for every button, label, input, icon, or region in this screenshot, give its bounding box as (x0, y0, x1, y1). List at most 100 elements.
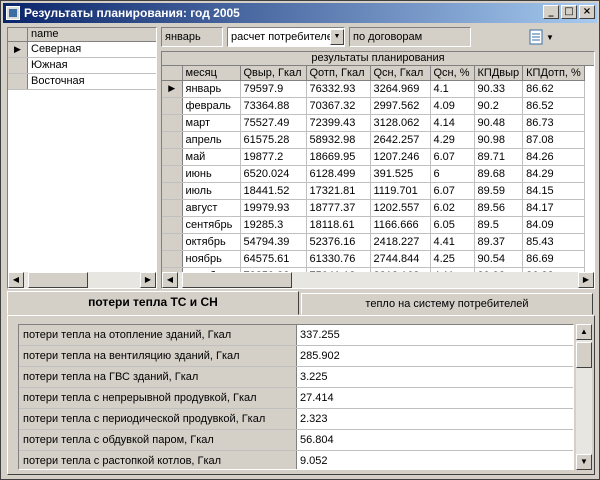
table-cell[interactable]: 18777.37 (306, 199, 371, 217)
table-cell[interactable]: 85.43 (522, 233, 585, 251)
table-cell[interactable]: 2418.227 (370, 233, 431, 251)
scroll-down-icon[interactable]: ▼ (576, 454, 592, 470)
table-cell[interactable]: 84.26 (522, 148, 585, 166)
table-cell[interactable]: 4.41 (430, 233, 475, 251)
table-cell[interactable]: 6.07 (430, 148, 475, 166)
table-row[interactable]: август 19979.93 18777.37 1202.557 6.02 89.56 8… (162, 199, 585, 217)
table-cell[interactable]: 58932.98 (306, 131, 371, 149)
table-cell[interactable]: 4.14 (430, 114, 475, 132)
loss-value[interactable]: 285.902 (297, 346, 573, 366)
table-cell[interactable]: 89.59 (474, 182, 524, 200)
chevron-down-icon[interactable]: ▼ (330, 29, 344, 45)
table-cell[interactable]: 86.73 (522, 114, 585, 132)
minimize-button[interactable]: _ (543, 5, 559, 19)
table-cell[interactable]: август (182, 199, 241, 217)
table-cell[interactable]: 89.71 (474, 148, 524, 166)
table-cell[interactable]: 2997.562 (370, 97, 431, 115)
scroll-thumb[interactable] (576, 342, 592, 368)
table-cell[interactable]: 1207.246 (370, 148, 431, 166)
table-cell[interactable]: 86.52 (522, 97, 585, 115)
table-cell[interactable]: 89.56 (474, 199, 524, 217)
table-cell[interactable]: июнь (182, 165, 241, 183)
table-cell[interactable]: 75527.49 (240, 114, 307, 132)
table-cell[interactable]: 90.98 (474, 131, 524, 149)
scroll-left-icon[interactable]: ◀ (162, 272, 178, 288)
maximize-button[interactable]: □ (561, 5, 577, 19)
table-cell[interactable]: 19285.3 (240, 216, 307, 234)
table-cell[interactable]: 6128.499 (306, 165, 371, 183)
loss-value[interactable]: 9.052 (297, 451, 573, 469)
table-cell[interactable]: 2744.844 (370, 250, 431, 268)
table-cell[interactable]: 64575.61 (240, 250, 307, 268)
table-cell[interactable]: 4.1 (430, 80, 475, 98)
table-cell[interactable]: 76332.93 (306, 80, 371, 98)
table-cell[interactable]: февраль (182, 97, 241, 115)
table-cell[interactable]: ноябрь (182, 250, 241, 268)
scroll-left-icon[interactable]: ◀ (8, 272, 24, 288)
loss-value[interactable]: 337.255 (297, 325, 573, 345)
table-cell[interactable]: 391.525 (370, 165, 431, 183)
table-cell[interactable]: 89.37 (474, 233, 524, 251)
table-cell[interactable]: 61330.76 (306, 250, 371, 268)
basis-field[interactable]: по договорам (349, 27, 471, 47)
table-cell[interactable]: 84.29 (522, 165, 585, 183)
table-cell[interactable]: 4.29 (430, 131, 475, 149)
table-cell[interactable]: 61575.28 (240, 131, 307, 149)
table-row[interactable]: октябрь 54794.39 52376.16 2418.227 4.41 89.37… (162, 233, 585, 251)
tab-heat-losses[interactable]: потери тепла ТС и СН (7, 291, 299, 315)
column-header[interactable]: Qсн, % (430, 66, 475, 81)
table-cell[interactable]: 1166.666 (370, 216, 431, 234)
table-cell[interactable]: 19877.2 (240, 148, 307, 166)
table-cell[interactable]: 90.54 (474, 250, 524, 268)
calc-mode-select[interactable]: расчет потребителей ▼ (227, 27, 345, 47)
losses-vscrollbar[interactable]: ▲ ▼ (576, 324, 592, 470)
column-header[interactable]: Qвыр, Гкал (240, 66, 307, 81)
table-cell[interactable]: январь (182, 80, 241, 98)
table-cell[interactable]: 89.68 (474, 165, 524, 183)
table-cell[interactable]: 72399.43 (306, 114, 371, 132)
table-cell[interactable]: 90.48 (474, 114, 524, 132)
table-cell[interactable]: 6.05 (430, 216, 475, 234)
table-row[interactable]: март 75527.49 72399.43 3128.062 4.14 90.48 86.… (162, 114, 585, 132)
table-row[interactable]: апрель 61575.28 58932.98 2642.257 4.29 90.98 8… (162, 131, 585, 149)
table-cell[interactable]: 90.33 (474, 80, 524, 98)
table-cell[interactable]: 6.07 (430, 182, 475, 200)
regions-hscrollbar[interactable]: ◀ ▶ (8, 272, 156, 288)
table-cell[interactable]: 17321.81 (306, 182, 371, 200)
table-cell[interactable]: 86.62 (522, 80, 585, 98)
table-cell[interactable]: сентябрь (182, 216, 241, 234)
table-cell[interactable]: 6520.024 (240, 165, 307, 183)
region-row[interactable]: Восточная (8, 74, 156, 90)
table-cell[interactable]: 73364.88 (240, 97, 307, 115)
scroll-right-icon[interactable]: ▶ (140, 272, 156, 288)
table-cell[interactable]: 4.25 (430, 250, 475, 268)
table-cell[interactable]: 19979.93 (240, 199, 307, 217)
list-menu-button[interactable]: ▼ (529, 27, 554, 47)
table-row[interactable]: ▶ январь 79597.9 76332.93 3264.969 4.1 90.33 86… (162, 80, 585, 98)
table-cell[interactable]: 1202.557 (370, 199, 431, 217)
table-cell[interactable]: март (182, 114, 241, 132)
scroll-up-icon[interactable]: ▲ (576, 324, 592, 340)
table-cell[interactable]: 54794.39 (240, 233, 307, 251)
tab-consumer-heat[interactable]: тепло на систему потребителей (301, 293, 593, 315)
region-row[interactable]: ▶ Северная (8, 42, 156, 58)
table-cell[interactable]: 4.09 (430, 97, 475, 115)
loss-value[interactable]: 3.225 (297, 367, 573, 387)
scroll-thumb[interactable] (28, 272, 88, 288)
loss-value[interactable]: 2.323 (297, 409, 573, 429)
results-hscrollbar[interactable]: ◀ ▶ (162, 272, 594, 288)
column-header[interactable]: Qотп, Гкал (306, 66, 371, 81)
column-header[interactable]: Qсн, Гкал (370, 66, 431, 81)
table-cell[interactable]: 79597.9 (240, 80, 307, 98)
table-cell[interactable]: июль (182, 182, 241, 200)
table-cell[interactable]: 3264.969 (370, 80, 431, 98)
table-cell[interactable]: 3128.062 (370, 114, 431, 132)
table-cell[interactable]: май (182, 148, 241, 166)
table-cell[interactable]: апрель (182, 131, 241, 149)
table-cell[interactable]: 6.02 (430, 199, 475, 217)
table-cell[interactable]: 87.08 (522, 131, 585, 149)
table-cell[interactable]: 1119.701 (370, 182, 431, 200)
table-cell[interactable]: 84.15 (522, 182, 585, 200)
table-row[interactable]: июнь 6520.024 6128.499 391.525 6 89.68 84.29 (162, 165, 585, 183)
table-cell[interactable]: 89.5 (474, 216, 524, 234)
